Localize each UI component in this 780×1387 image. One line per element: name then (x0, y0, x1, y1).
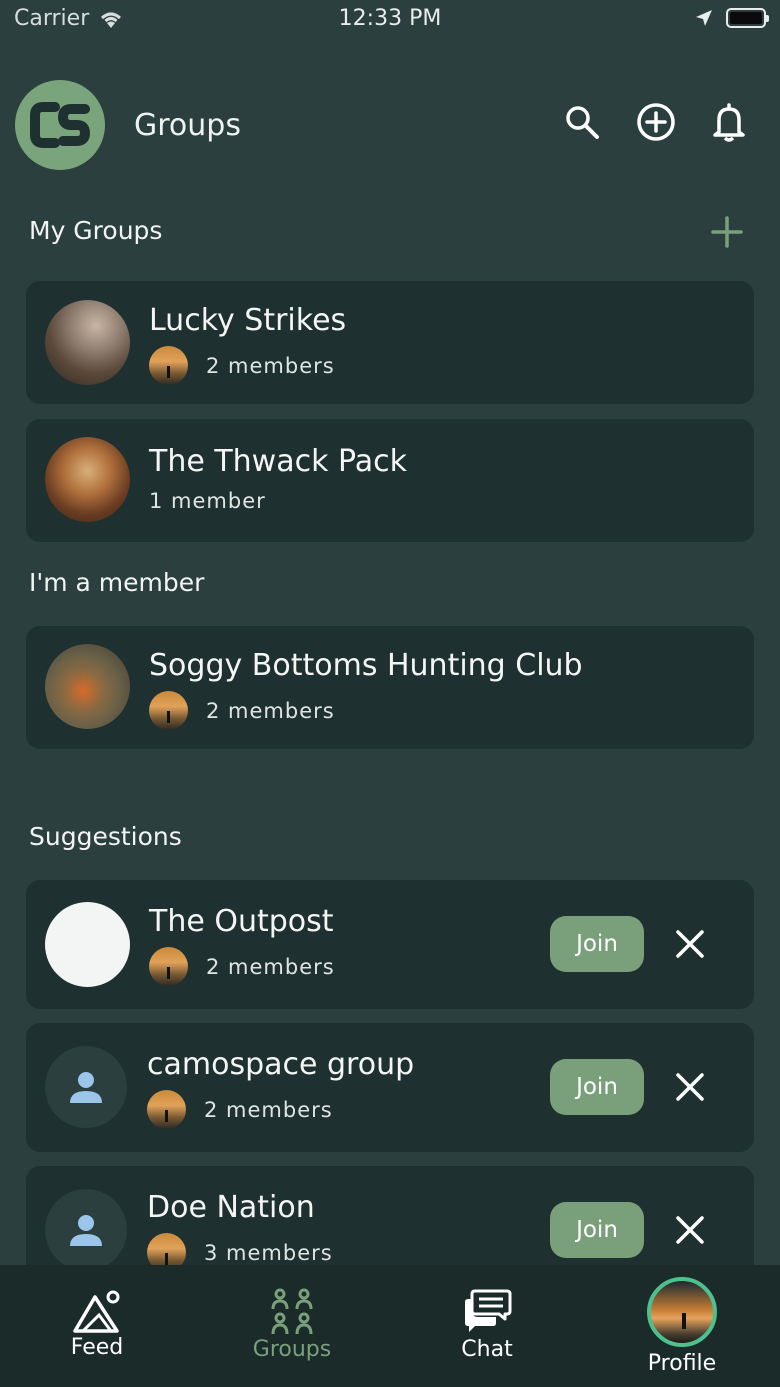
dismiss-button[interactable] (672, 1069, 708, 1105)
add-circle-icon (637, 103, 675, 141)
add-group-button[interactable] (710, 212, 744, 252)
notifications-button[interactable] (709, 102, 749, 142)
dismiss-button[interactable] (672, 1212, 708, 1248)
groups-icon (271, 1288, 313, 1335)
member-count: 1 member (149, 489, 266, 513)
logo-mark (30, 102, 91, 148)
member-count: 2 members (206, 353, 335, 378)
tab-chat[interactable]: Chat (412, 1265, 562, 1387)
plus-icon (711, 216, 743, 248)
group-name: camospace group (147, 1047, 415, 1082)
tab-label: Profile (647, 1351, 717, 1376)
section-member: I'm a member (29, 568, 205, 597)
battery-icon (726, 8, 769, 28)
dismiss-button[interactable] (672, 926, 708, 962)
page-title: Groups (134, 108, 241, 143)
tab-label: Feed (70, 1335, 124, 1360)
bell-icon (713, 103, 745, 142)
group-members: 2 members (149, 947, 335, 986)
group-avatar (45, 902, 130, 987)
tab-label: Chat (461, 1337, 513, 1362)
close-icon (676, 930, 704, 958)
group-avatar (45, 1046, 127, 1128)
group-members: 2 members (149, 346, 335, 385)
suggestion-card-camospace[interactable]: camospace group 2 members Join (26, 1023, 754, 1152)
chat-icon (465, 1289, 512, 1332)
member-avatar (149, 947, 188, 986)
close-icon (676, 1216, 704, 1244)
member-count: 2 members (206, 954, 335, 979)
member-count: 2 members (206, 698, 335, 723)
clock: 12:33 PM (338, 6, 442, 31)
member-avatar (149, 346, 188, 385)
suggestion-card-outpost[interactable]: The Outpost 2 members Join (26, 880, 754, 1009)
group-members: 1 member (149, 489, 266, 513)
group-members: 2 members (147, 1090, 333, 1129)
group-name: Doe Nation (147, 1190, 315, 1225)
group-card-lucky-strikes[interactable]: Lucky Strikes 2 members (26, 281, 754, 404)
group-avatar (45, 644, 130, 729)
group-name: The Outpost (149, 904, 334, 939)
profile-avatar (647, 1277, 717, 1347)
group-name: Lucky Strikes (149, 303, 347, 338)
group-card-soggy-bottoms[interactable]: Soggy Bottoms Hunting Club 2 members (26, 626, 754, 749)
header: Groups (0, 78, 780, 170)
member-avatar (149, 691, 188, 730)
tab-feed[interactable]: Feed (22, 1265, 172, 1387)
location-arrow-icon (696, 10, 712, 26)
join-button[interactable]: Join (550, 916, 644, 972)
bottom-tab-bar: Feed Groups Chat Profile (0, 1265, 780, 1387)
group-members: 2 members (149, 691, 335, 730)
status-bar: Carrier 12:33 PM (0, 0, 780, 40)
tab-profile[interactable]: Profile (607, 1265, 757, 1387)
tab-groups[interactable]: Groups (217, 1265, 367, 1387)
person-icon (70, 1215, 102, 1246)
member-count: 3 members (204, 1240, 333, 1265)
group-name: The Thwack Pack (149, 444, 407, 479)
group-avatar (45, 1189, 127, 1271)
search-icon (566, 106, 599, 139)
app-logo[interactable] (15, 80, 105, 170)
member-avatar (147, 1090, 186, 1129)
search-button[interactable] (562, 102, 602, 142)
close-icon (676, 1073, 704, 1101)
section-suggestions: Suggestions (29, 822, 182, 851)
tab-label: Groups (252, 1337, 332, 1362)
group-avatar (45, 437, 130, 522)
member-count: 2 members (204, 1097, 333, 1122)
status-right (694, 8, 769, 28)
create-button[interactable] (636, 102, 676, 142)
group-avatar (45, 300, 130, 385)
join-button[interactable]: Join (550, 1059, 644, 1115)
group-name: Soggy Bottoms Hunting Club (149, 648, 583, 683)
mountain-icon (73, 1290, 120, 1333)
section-my-groups: My Groups (29, 216, 163, 245)
join-button[interactable]: Join (550, 1202, 644, 1258)
person-icon (70, 1072, 102, 1103)
group-card-thwack-pack[interactable]: The Thwack Pack 1 member (26, 419, 754, 542)
